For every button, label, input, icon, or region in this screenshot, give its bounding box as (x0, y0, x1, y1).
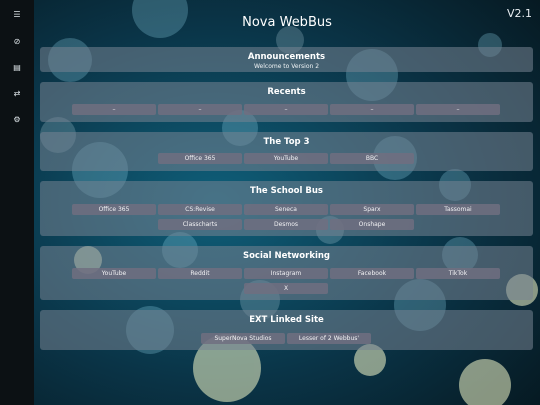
social-link-youtube[interactable]: YouTube (72, 268, 156, 279)
top3-link-youtube[interactable]: YouTube (244, 153, 328, 164)
school-link-office365[interactable]: Office 365 (72, 204, 156, 215)
social-link-tiktok[interactable]: TikTok (416, 268, 500, 279)
page-title: Nova WebBus (242, 15, 332, 30)
school-link-classcharts[interactable]: Classcharts (158, 219, 242, 230)
recents-panel: Recents – – – – – (40, 82, 533, 122)
announcements-subtitle: Welcome to Version 2 (253, 63, 320, 70)
ext-title: EXT Linked Site (249, 315, 324, 325)
top3-link-office365[interactable]: Office 365 (158, 153, 242, 164)
top3-title: The Top 3 (263, 137, 310, 147)
top3-panel: The Top 3 Office 365 YouTube BBC (40, 132, 533, 171)
bars-icon[interactable]: ▤ (11, 61, 23, 73)
social-link-facebook[interactable]: Facebook (330, 268, 414, 279)
school-link-onshape[interactable]: Onshape (330, 219, 414, 230)
recent-item[interactable]: – (244, 104, 328, 115)
school-link-csrevise[interactable]: CS:Revise (158, 204, 242, 215)
announcements-panel: Announcements Welcome to Version 2 (40, 47, 533, 72)
school-bus-panel: The School Bus Office 365 CS:Revise Sene… (40, 181, 533, 236)
announcements-title: Announcements (247, 52, 326, 62)
social-link-reddit[interactable]: Reddit (158, 268, 242, 279)
swap-icon[interactable]: ⇄ (11, 87, 23, 99)
globe-icon[interactable]: ⊘ (11, 35, 23, 47)
menu-icon[interactable]: ☰ (11, 8, 23, 20)
social-link-x[interactable]: X (244, 283, 328, 294)
recents-title: Recents (267, 87, 306, 97)
social-panel: Social Networking YouTube Reddit Instagr… (40, 246, 533, 300)
recent-item[interactable]: – (416, 104, 500, 115)
school-bus-title: The School Bus (250, 186, 323, 196)
ext-link-lesser-webbus[interactable]: Lesser of 2 Webbus' (287, 333, 371, 344)
sidebar: ☰ ⊘ ▤ ⇄ ⚙ (0, 0, 34, 405)
school-link-sparx[interactable]: Sparx (330, 204, 414, 215)
recent-item[interactable]: – (72, 104, 156, 115)
recent-item[interactable]: – (330, 104, 414, 115)
school-link-seneca[interactable]: Seneca (244, 204, 328, 215)
recent-item[interactable]: – (158, 104, 242, 115)
top3-link-bbc[interactable]: BBC (330, 153, 414, 164)
ext-panel: EXT Linked Site SuperNova Studios Lesser… (40, 310, 533, 350)
social-title: Social Networking (242, 251, 331, 261)
school-link-tassomai[interactable]: Tassomai (416, 204, 500, 215)
settings-icon[interactable]: ⚙ (11, 113, 23, 125)
school-link-desmos[interactable]: Desmos (244, 219, 328, 230)
ext-link-supernova[interactable]: SuperNova Studios (201, 333, 285, 344)
social-link-instagram[interactable]: Instagram (244, 268, 328, 279)
